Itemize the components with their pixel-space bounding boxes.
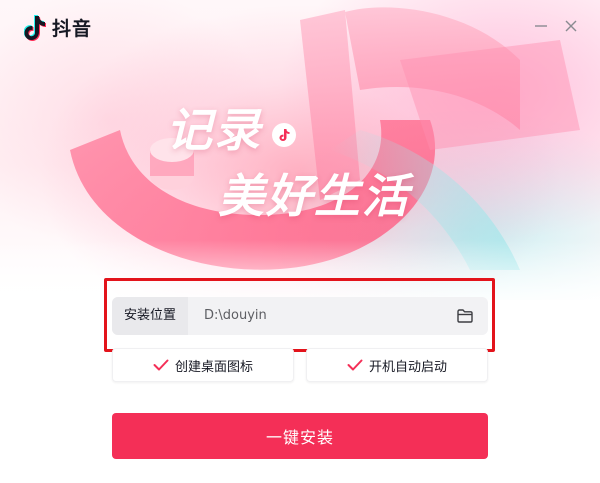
folder-icon xyxy=(457,309,473,323)
install-path-input[interactable] xyxy=(204,297,444,335)
install-location-field: 安装位置 xyxy=(112,297,488,335)
browse-folder-button[interactable] xyxy=(456,307,474,325)
checkmark-icon xyxy=(153,359,169,371)
checkmark-icon xyxy=(347,359,363,371)
minimize-button[interactable] xyxy=(532,17,550,35)
auto-start-option[interactable]: 开机自动启动 xyxy=(306,348,488,382)
douyin-note-icon xyxy=(24,14,46,41)
slogan-line-2: 美好生活 xyxy=(218,169,410,223)
close-button[interactable] xyxy=(562,17,580,35)
create-desktop-icon-option[interactable]: 创建桌面图标 xyxy=(112,348,294,382)
close-icon xyxy=(565,20,577,32)
app-name: 抖音 xyxy=(52,18,93,40)
app-logo: 抖音 xyxy=(24,14,92,41)
one-click-install-button[interactable]: 一键安装 xyxy=(112,413,488,459)
hero-banner xyxy=(0,0,600,310)
create-desktop-icon-label: 创建桌面图标 xyxy=(174,359,253,375)
slogan-line-1: 记录 xyxy=(166,103,262,157)
minimize-icon xyxy=(535,25,547,27)
music-note-badge xyxy=(272,123,296,147)
install-location-label: 安装位置 xyxy=(112,297,188,335)
installer-window: 抖音 记录 美好生活 安装位置 创建桌面图标 xyxy=(0,0,600,483)
music-note-icon xyxy=(279,129,290,141)
auto-start-label: 开机自动启动 xyxy=(368,359,447,375)
